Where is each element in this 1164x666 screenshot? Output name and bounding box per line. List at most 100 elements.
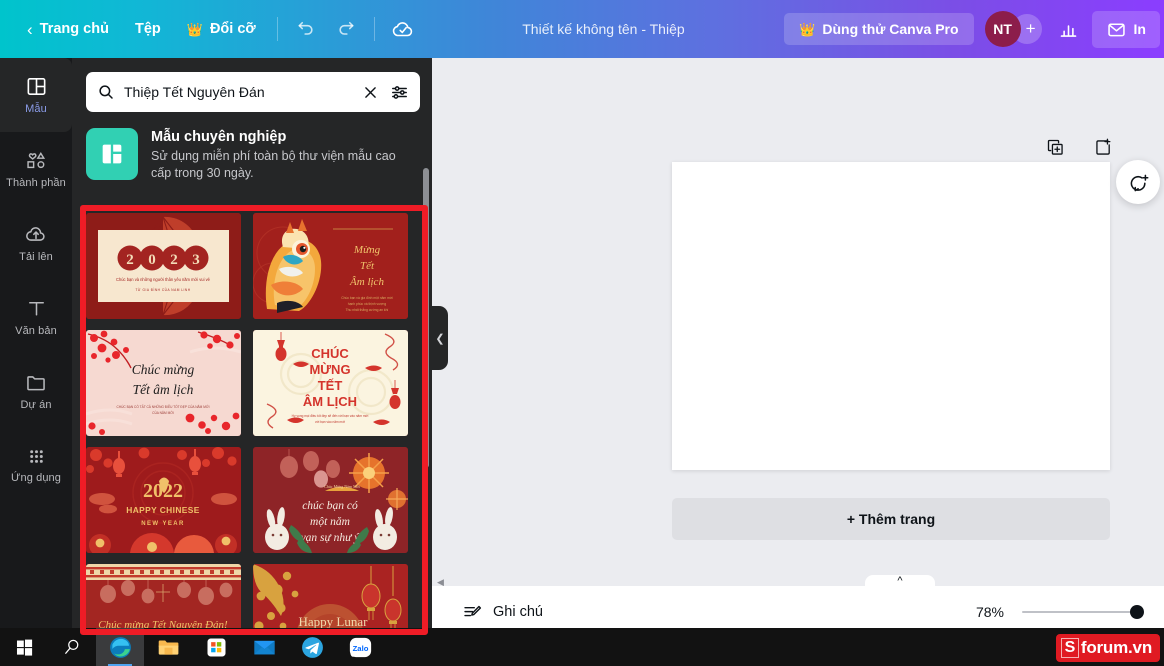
template-thumbnail[interactable]: Chúc Mừng Năm Mới chúc bạn có một năm vạ… [253, 447, 408, 553]
sidebar-item-apps-label: Ứng dụng [11, 472, 61, 484]
template-thumbnail[interactable]: 2 0 2 3 Chúc bạn và những người thân yêu… [86, 213, 241, 319]
share-envelope-icon [1106, 19, 1127, 40]
text-icon [25, 297, 48, 320]
svg-text:HAPPY CHINESE: HAPPY CHINESE [126, 505, 199, 515]
svg-text:MỪNG: MỪNG [309, 362, 350, 377]
edge-button[interactable] [96, 628, 144, 666]
add-page-icon [1093, 137, 1114, 158]
sidebar-item-uploads[interactable]: Tải lên [0, 206, 72, 280]
templates-icon [25, 75, 48, 98]
sidebar-item-projects[interactable]: Dự án [0, 354, 72, 428]
share-button-label: In [1134, 21, 1146, 37]
windows-logo-icon [15, 638, 34, 657]
try-canva-pro-button[interactable]: 👑 Dùng thử Canva Pro [784, 13, 973, 45]
zoom-slider-knob[interactable] [1130, 605, 1144, 619]
add-page-icon-button[interactable] [1090, 134, 1116, 160]
apps-grid-icon [26, 446, 47, 467]
svg-text:TẾT: TẾT [318, 378, 343, 393]
watermark-mark: S [1061, 638, 1079, 658]
left-side-rail: Mẫu Thành phần Tải lên Văn bản [0, 58, 72, 638]
filter-button[interactable] [390, 83, 409, 102]
svg-text:TỪ GIA ĐÌNH CỦA NAM LINH: TỪ GIA ĐÌNH CỦA NAM LINH [135, 287, 190, 292]
header-right-group: 👑 Dùng thử Canva Pro NT + In [784, 11, 1164, 48]
promo-subtitle: Sử dụng miễn phí toàn bộ thư viện mẫu ca… [151, 148, 418, 183]
template-thumbnail[interactable]: Mừng Tết Âm lịch Chúc bạn và gia đình mộ… [253, 213, 408, 319]
watermark-text: forum.vn [1081, 638, 1152, 658]
canva-pro-icon [86, 128, 138, 180]
search-button[interactable] [48, 628, 96, 666]
bar-chart-icon [1058, 19, 1079, 40]
zoom-level-label[interactable]: 78% [976, 604, 1004, 620]
canva-editor-window: ‹ Trang chủ Tệp 👑 Đổi cỡ [0, 0, 1164, 666]
notes-button[interactable]: Ghi chú [454, 596, 551, 629]
folder-icon [24, 371, 48, 394]
zalo-button[interactable]: Zalo [336, 628, 384, 666]
insights-button[interactable] [1051, 11, 1087, 47]
svg-text:ÂM LỊCH: ÂM LỊCH [303, 394, 357, 409]
sidebar-item-elements[interactable]: Thành phần [0, 132, 72, 206]
template-thumbnail[interactable]: Chúc mừng Tết âm lịch CHÚC BẠN CÓ TẤT CẢ… [86, 330, 241, 436]
share-print-button[interactable]: In [1092, 11, 1160, 48]
collapse-panel-button[interactable]: ❮ [432, 306, 448, 370]
start-button[interactable] [0, 628, 48, 666]
resize-button[interactable]: 👑 Đổi cỡ [174, 14, 269, 44]
svg-text:một năm: một năm [310, 516, 350, 528]
top-header-bar: ‹ Trang chủ Tệp 👑 Đổi cỡ [0, 0, 1164, 58]
notes-button-label: Ghi chú [493, 604, 543, 620]
template-thumbnail[interactable]: CHÚC MỪNG TẾT ÂM LỊCH Hy vọng mọi điều t… [253, 330, 408, 436]
mail-button[interactable] [240, 628, 288, 666]
search-icon [62, 637, 82, 657]
editor-canvas-area: + Thêm trang ◀ ^ [432, 58, 1164, 638]
file-explorer-button[interactable] [144, 628, 192, 666]
home-button-label: Trang chủ [40, 21, 109, 37]
sidebar-item-text[interactable]: Văn bản [0, 280, 72, 354]
template-thumbnail[interactable]: 2022 HAPPY CHINESE NEW YEAR [86, 447, 241, 553]
sidebar-item-apps[interactable]: Ứng dụng [0, 428, 72, 502]
avatar[interactable]: NT [985, 11, 1021, 47]
pro-templates-promo[interactable]: Mẫu chuyên nghiệp Sử dụng miễn phí toàn … [86, 126, 418, 183]
sidebar-item-projects-label: Dự án [20, 399, 51, 411]
svg-text:Tết âm lịch: Tết âm lịch [133, 382, 194, 397]
zalo-icon: Zalo [348, 635, 373, 660]
svg-text:2: 2 [126, 252, 134, 268]
panel-scrollbar[interactable] [423, 168, 429, 468]
sidebar-item-elements-label: Thành phần [6, 177, 66, 189]
svg-text:Tết: Tết [360, 260, 375, 272]
document-title[interactable]: Thiết kế không tên - Thiệp [510, 15, 696, 43]
add-page-button[interactable]: + Thêm trang [672, 498, 1110, 540]
notes-icon [462, 602, 483, 623]
filter-sliders-icon [390, 83, 409, 102]
zoom-slider[interactable] [1022, 604, 1142, 620]
undo-button[interactable] [288, 11, 324, 47]
svg-text:với bạn vào năm mới: với bạn vào năm mới [315, 420, 345, 424]
search-input[interactable] [124, 84, 353, 100]
sidebar-item-text-label: Văn bản [15, 325, 57, 337]
redo-button[interactable] [328, 11, 364, 47]
cloud-save-status-button[interactable] [385, 11, 421, 47]
collaborators-group: NT + [985, 11, 1042, 47]
clear-search-button[interactable] [362, 84, 379, 101]
store-button[interactable] [192, 628, 240, 666]
svg-text:CHÚC: CHÚC [311, 346, 349, 361]
file-menu-button[interactable]: Tệp [122, 14, 174, 44]
sidebar-item-uploads-label: Tải lên [19, 251, 53, 263]
sidebar-item-templates-label: Mẫu [25, 103, 47, 115]
svg-text:CHÚC BẠN CÓ TẤT CẢ NHỮNG ĐIỀU: CHÚC BẠN CÓ TẤT CẢ NHỮNG ĐIỀU TỐT ĐẸP CỦ… [116, 404, 209, 409]
promo-text-block: Mẫu chuyên nghiệp Sử dụng miễn phí toàn … [151, 128, 418, 183]
search-icon [97, 83, 115, 101]
sidebar-item-templates[interactable]: Mẫu [0, 58, 72, 132]
add-comment-button[interactable] [1116, 160, 1160, 204]
duplicate-page-button[interactable] [1042, 134, 1068, 160]
duplicate-page-icon [1045, 137, 1066, 158]
search-box[interactable] [86, 72, 420, 112]
telegram-icon [300, 635, 325, 660]
mail-icon [252, 635, 277, 660]
svg-text:2: 2 [170, 252, 178, 268]
zoom-slider-track [1022, 611, 1142, 613]
sforum-watermark: S forum.vn [1056, 634, 1160, 662]
design-page-canvas[interactable] [672, 162, 1110, 470]
svg-text:Hy vọng mọi điều tốt đẹp sẽ đế: Hy vọng mọi điều tốt đẹp sẽ đến với bạn … [292, 414, 369, 418]
home-button[interactable]: ‹ Trang chủ [14, 14, 122, 45]
windows-taskbar: Zalo [0, 628, 1164, 666]
telegram-button[interactable] [288, 628, 336, 666]
